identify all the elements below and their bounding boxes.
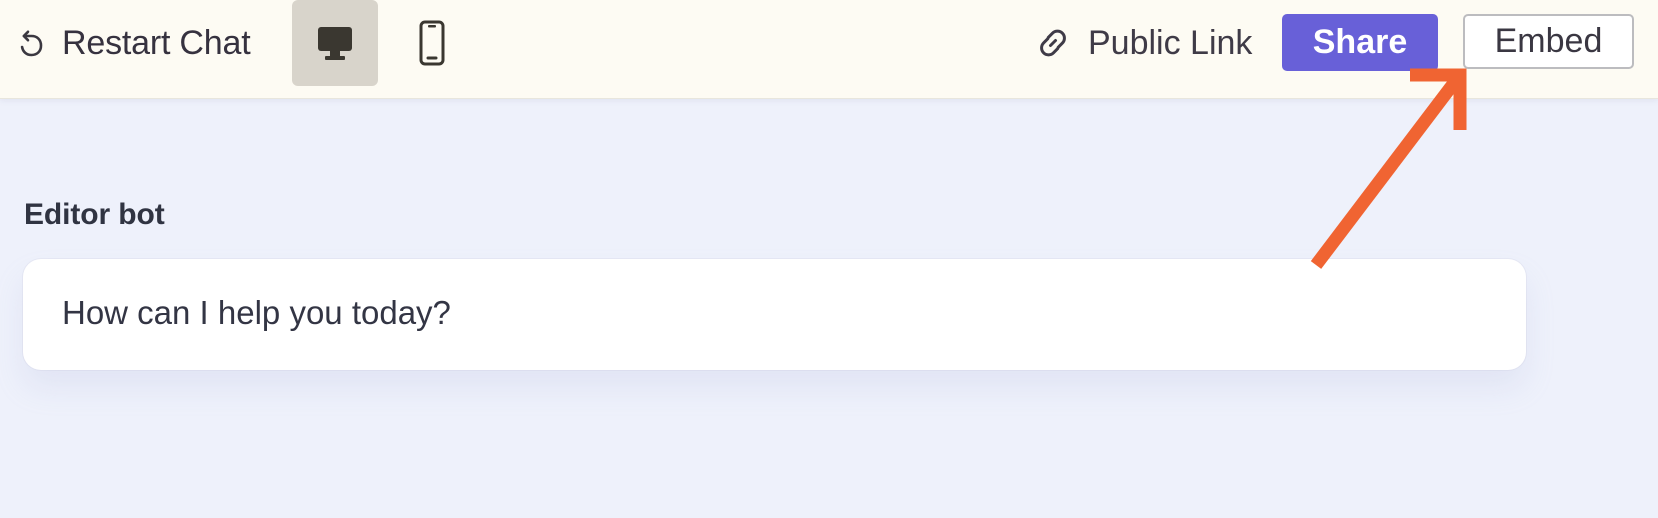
mobile-preview-button[interactable] <box>389 0 475 86</box>
bot-message-bubble: How can I help you today? <box>23 259 1526 370</box>
share-button[interactable]: Share <box>1282 14 1438 71</box>
restart-chat-button[interactable]: Restart Chat <box>14 14 266 72</box>
bot-name: Editor bot <box>24 198 165 231</box>
top-toolbar: Restart Chat Public Link Share Embed <box>0 0 1658 99</box>
mobile-icon <box>419 20 445 66</box>
chat-preview-page: Restart Chat Public Link Share Embed Edi… <box>0 0 1658 518</box>
restart-icon <box>20 30 43 57</box>
restart-chat-label: Restart Chat <box>62 23 251 62</box>
link-icon <box>1040 29 1066 57</box>
public-link-label: Public Link <box>1088 23 1253 62</box>
desktop-icon <box>318 27 352 60</box>
public-link-button[interactable]: Public Link <box>1034 14 1264 72</box>
desktop-preview-button[interactable] <box>292 0 378 86</box>
bot-message-text: How can I help you today? <box>62 294 451 331</box>
embed-button[interactable]: Embed <box>1463 14 1634 69</box>
